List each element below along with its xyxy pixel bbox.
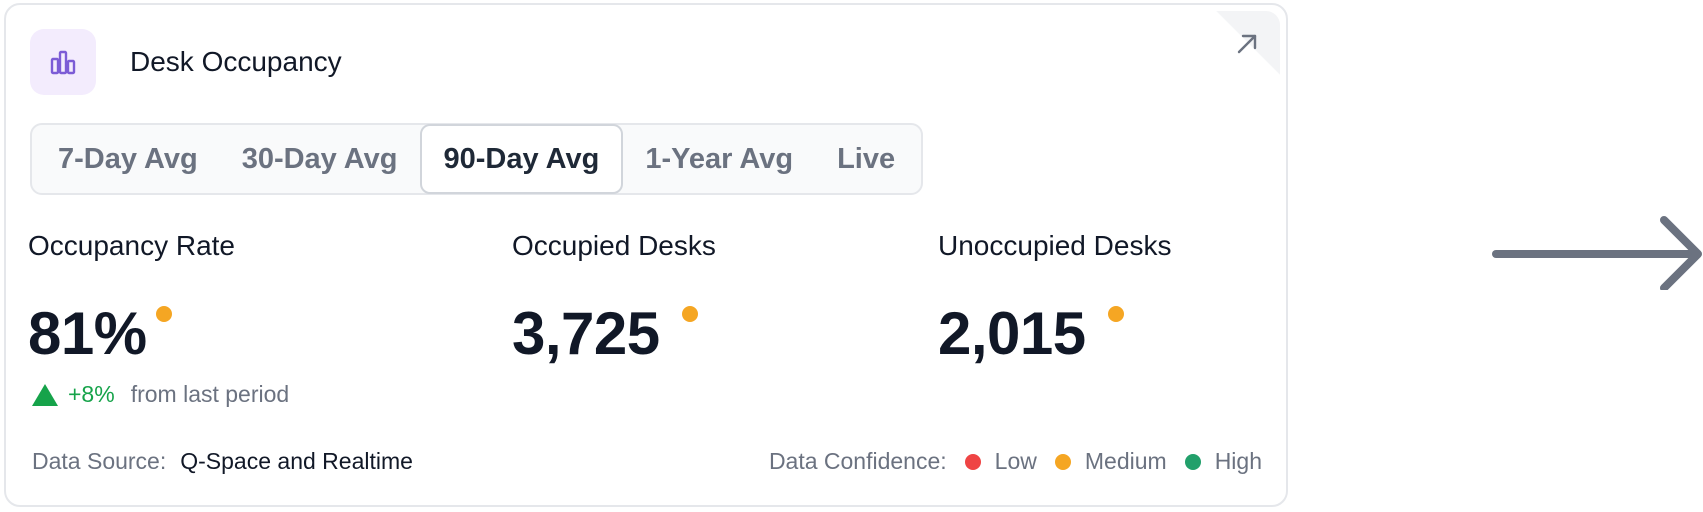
legend-label: Medium <box>1084 448 1167 474</box>
desk-occupancy-card: Desk Occupancy 7-Day Avg 30-Day Avg 90-D… <box>4 3 1288 507</box>
change-indicator: +8% from last period <box>32 381 289 408</box>
expand-button[interactable] <box>1210 11 1280 81</box>
confidence-dot <box>156 306 172 322</box>
data-source-value: Q-Space and Realtime <box>180 448 413 474</box>
confidence-dot <box>682 306 698 322</box>
change-percent: +8% <box>68 381 115 407</box>
metric-label: Occupancy Rate <box>28 230 235 261</box>
metric-occupancy-rate: Occupancy Rate 81% <box>28 230 235 366</box>
high-dot <box>1184 453 1201 470</box>
low-dot <box>964 453 981 470</box>
data-confidence-label: Data Confidence: <box>768 448 947 474</box>
metric-label: Occupied Desks <box>512 230 716 261</box>
bar-chart-icon <box>30 29 96 95</box>
confidence-dot <box>1108 306 1124 322</box>
legend-item-low: Low <box>964 448 1037 475</box>
metric-value: 2,015 <box>938 300 1086 367</box>
card-title: Desk Occupancy <box>130 46 342 77</box>
change-text: from last period <box>130 381 290 407</box>
metric-label: Unoccupied Desks <box>938 230 1172 261</box>
data-source: Data Source: Q-Space and Realtime <box>32 448 413 475</box>
legend-label: Low <box>994 448 1037 474</box>
tab-7-day-avg[interactable]: 7-Day Avg <box>36 125 220 193</box>
period-tabs: 7-Day Avg 30-Day Avg 90-Day Avg 1-Year A… <box>30 123 924 195</box>
arrow-up-right-icon <box>1237 34 1257 54</box>
data-confidence-legend: Data Confidence: Low Medium High <box>769 448 1262 475</box>
tab-90-day-avg[interactable]: 90-Day Avg <box>419 124 624 194</box>
metric-unoccupied-desks: Unoccupied Desks 2,015 <box>938 230 1171 366</box>
card-header: Desk Occupancy <box>30 29 342 95</box>
medium-dot <box>1054 453 1071 470</box>
metric-value: 81% <box>28 300 147 367</box>
metric-occupied-desks: Occupied Desks 3,725 <box>512 230 716 366</box>
metric-value: 3,725 <box>512 300 660 367</box>
legend-label: High <box>1214 448 1262 474</box>
legend-item-medium: Medium <box>1054 448 1167 475</box>
legend-item-high: High <box>1184 448 1262 475</box>
arrow-right-icon <box>1492 216 1702 290</box>
tab-live[interactable]: Live <box>815 125 917 193</box>
tab-1-year-avg[interactable]: 1-Year Avg <box>623 125 815 193</box>
tab-30-day-avg[interactable]: 30-Day Avg <box>220 125 420 193</box>
triangle-up-icon <box>32 383 58 406</box>
data-source-label: Data Source: <box>32 448 167 474</box>
